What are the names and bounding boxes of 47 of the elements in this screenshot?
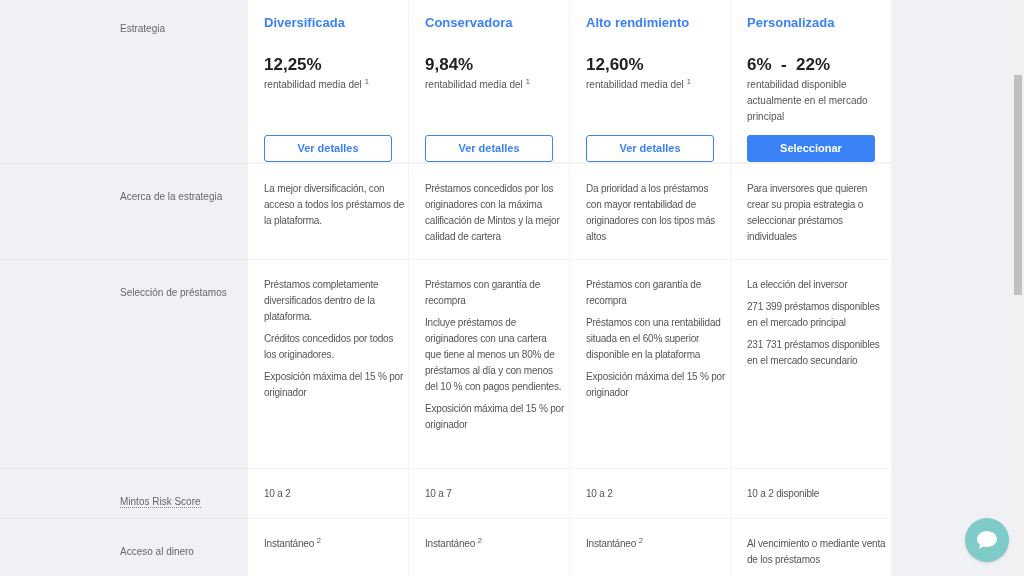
cell-text: 10 a 7 — [425, 487, 453, 501]
speech-bubble-icon — [976, 530, 998, 550]
cell-text: Exposición máxima del 15 % por originador — [425, 402, 565, 432]
select-button[interactable]: Seleccionar — [747, 135, 875, 162]
rate-value: 12,60% — [586, 53, 645, 76]
rate-value: 9,84% — [425, 53, 475, 76]
strategy-title: Conservadora — [425, 14, 514, 32]
cell-text: 10 a 2 — [586, 487, 614, 501]
cell-text: La elección del inversor — [747, 278, 849, 292]
cell-text: Préstamos con garantía de recompra — [425, 278, 542, 308]
cell-text: Exposición máxima del 15 % por originador — [264, 370, 404, 400]
strategy-title: Alto rendimiento — [586, 14, 691, 32]
details-button[interactable]: Ver detalles — [425, 135, 553, 162]
cell-text: Exposición máxima del 15 % por originador — [586, 370, 726, 400]
cell-text: Préstamos concedidos por los originadores con la máxima calificación de Mintos y la mejor calidad de cartera — [425, 182, 561, 244]
details-button[interactable]: Ver detalles — [586, 135, 714, 162]
rate-value: 12,25% — [264, 53, 323, 76]
cell-text: 271 399 préstamos disponibles en el mercado principal — [747, 300, 881, 330]
row-label[interactable]: Mintos Risk Score — [120, 496, 201, 508]
rate-note: rentabilidad media del $^{1}$ — [586, 77, 692, 92]
cell-text: Préstamos con garantía de recompra — [586, 278, 703, 308]
rate-value: 6% - 22% — [747, 53, 832, 76]
cell-text: Instantáneo $^{2}$ — [425, 536, 483, 551]
row-label: Acceso al dinero — [120, 546, 194, 557]
cell-text: Préstamos completamente diversificados dentro de la plataforma. — [264, 278, 380, 324]
strategy-title: Personalizada — [747, 14, 836, 32]
cell-text: 10 a 2 — [264, 487, 292, 501]
cell-text: Préstamos con una rentabilidad situada en el 60% superior disponible en la plataforma — [586, 316, 722, 362]
chat-button[interactable] — [965, 518, 1009, 562]
row-label: Estrategia — [120, 23, 166, 34]
strategy-title: Diversificada — [264, 14, 346, 32]
cell-text: 231 731 préstamos disponibles en el mercado secundario — [747, 338, 881, 368]
cell-text: 10 a 2 disponible — [747, 487, 821, 501]
rate-note: rentabilidad disponible actualmente en el mercado principal — [747, 78, 869, 124]
cell-text: Instantáneo $^{2}$ — [586, 536, 644, 551]
cell-text: Da prioridad a los préstamos con mayor rentabilidad de originadores con los tipos más altos — [586, 182, 717, 244]
rate-note: rentabilidad media del $^{1}$ — [425, 77, 531, 92]
cell-text: Instantáneo $^{2}$ — [264, 536, 322, 551]
cell-text: Al vencimiento o mediante venta de los préstamos — [747, 537, 887, 567]
rate-note: rentabilidad media del $^{1}$ — [264, 77, 370, 92]
details-button[interactable]: Ver detalles — [264, 135, 392, 162]
cell-text: Créditos concedidos por todos los originadores. — [264, 332, 395, 362]
cell-text: La mejor diversificación, con acceso a todos los préstamos de la plataforma. — [264, 182, 404, 228]
row-label: Selección de préstamos — [120, 287, 227, 298]
cell-text: Incluye préstamos de originadores con una cartera que tiene al menos un 80% de préstamos al día y con menos del 10 % con pagos pendientes. — [425, 316, 563, 394]
cell-text: Para inversores que quieren crear su propia estrategia o seleccionar préstamos individuales — [747, 182, 869, 244]
row-label: Acerca de la estrategia — [120, 191, 223, 202]
